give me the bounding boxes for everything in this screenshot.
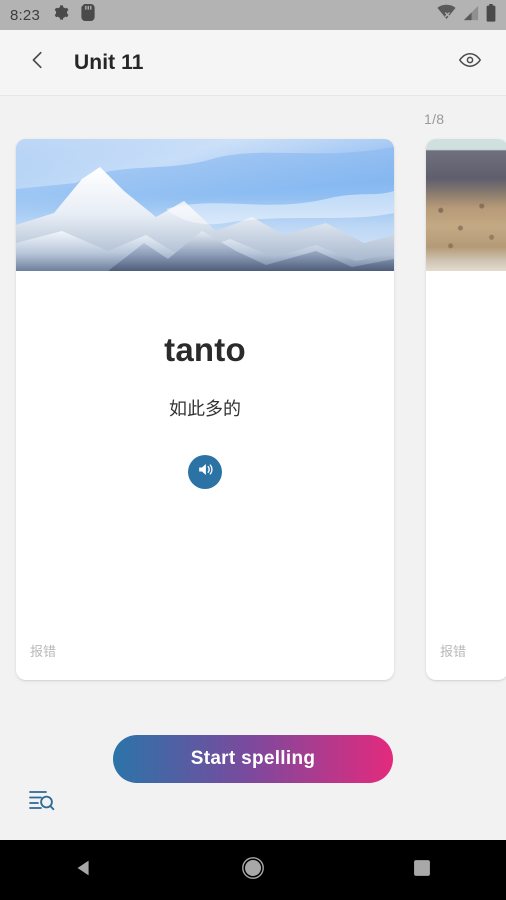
nav-back-button[interactable] [54,840,114,900]
status-bar-right-icons [437,3,496,27]
desert-mountain-photo [426,139,506,271]
nav-home-button[interactable] [223,840,283,900]
list-search-icon [27,787,55,818]
vocabulary-word: tanto [164,331,246,368]
nav-recents-square-icon [412,858,432,883]
phone-screen: 8:23 Unit 11 1/8 tanto 如此多的 报错 报错 Start … [0,0,506,900]
chevron-left-icon [27,49,49,76]
flashcard-body: tanto 如此多的 报错 [16,271,394,680]
vocabulary-translation: 如此多的 [169,399,241,420]
flashcard-primary[interactable]: tanto 如此多的 报错 [16,139,394,680]
flashcard-next[interactable]: 报错 [426,139,506,680]
app-bar: Unit 11 [0,30,506,96]
nav-recents-button[interactable] [392,840,452,900]
report-error-link[interactable]: 报错 [30,641,56,660]
status-bar: 8:23 [0,0,506,30]
report-error-link-next[interactable]: 报错 [440,641,466,660]
cellular-signal-icon [463,5,479,26]
speaker-icon [196,460,215,484]
start-spelling-button[interactable]: Start spelling [113,735,393,783]
battery-icon [486,3,496,27]
play-audio-button[interactable] [188,455,222,489]
flashcard-image-next [426,139,506,271]
page-title: Unit 11 [74,50,144,74]
flashcard-image [16,139,394,271]
flashcard-body-next: 报错 [426,271,506,680]
nav-home-circle-icon [241,856,265,885]
snowy-mountain-photo [16,139,394,271]
status-bar-left-icons [52,4,95,26]
android-navigation-bar [0,840,506,900]
status-bar-clock: 8:23 [10,6,40,24]
reveal-toggle-button[interactable] [442,35,498,91]
word-list-search-button[interactable] [22,785,60,819]
nav-back-triangle-icon [73,857,95,884]
wifi-off-icon [437,4,456,26]
back-button[interactable] [10,35,66,91]
card-counter: 1/8 [424,111,445,127]
content-area: 1/8 tanto 如此多的 报错 报错 Start spelling [0,97,506,840]
sd-card-icon [81,4,95,26]
flashcard-carousel[interactable]: tanto 如此多的 报错 报错 [0,139,506,684]
eye-icon [458,48,482,77]
gear-icon [52,4,69,26]
